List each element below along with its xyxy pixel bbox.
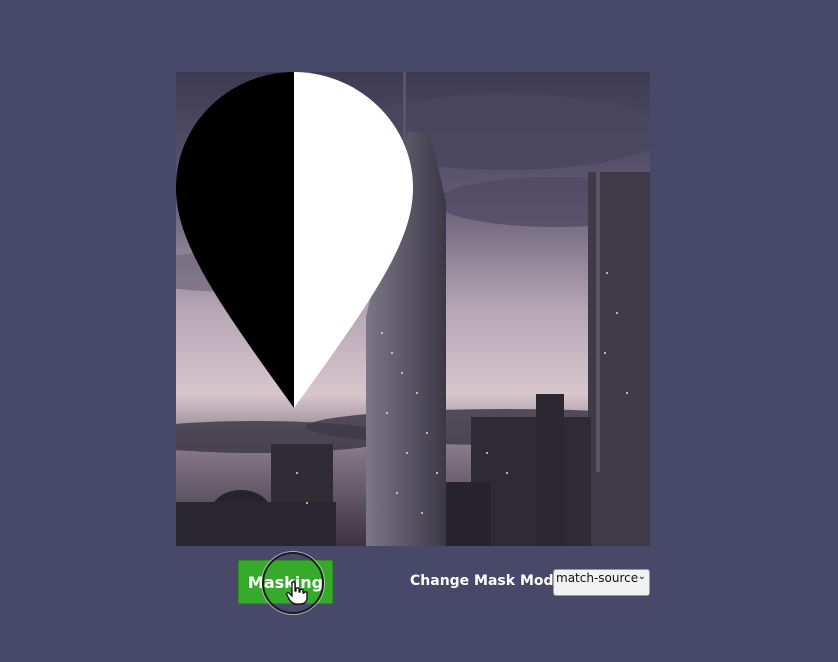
controls-bar: Masking Change Mask Mode: match-source ⌄ [0, 552, 838, 614]
masking-button[interactable]: Masking [238, 560, 333, 604]
mask-mode-select[interactable]: match-source ⌄ [553, 569, 650, 596]
mask-mode-value: match-source [556, 571, 639, 585]
city-skyline-image [176, 72, 650, 546]
chevron-down-icon: ⌄ [637, 571, 646, 582]
masked-image-preview [176, 72, 650, 546]
mask-mode-label: Change Mask Mode: [410, 573, 569, 589]
